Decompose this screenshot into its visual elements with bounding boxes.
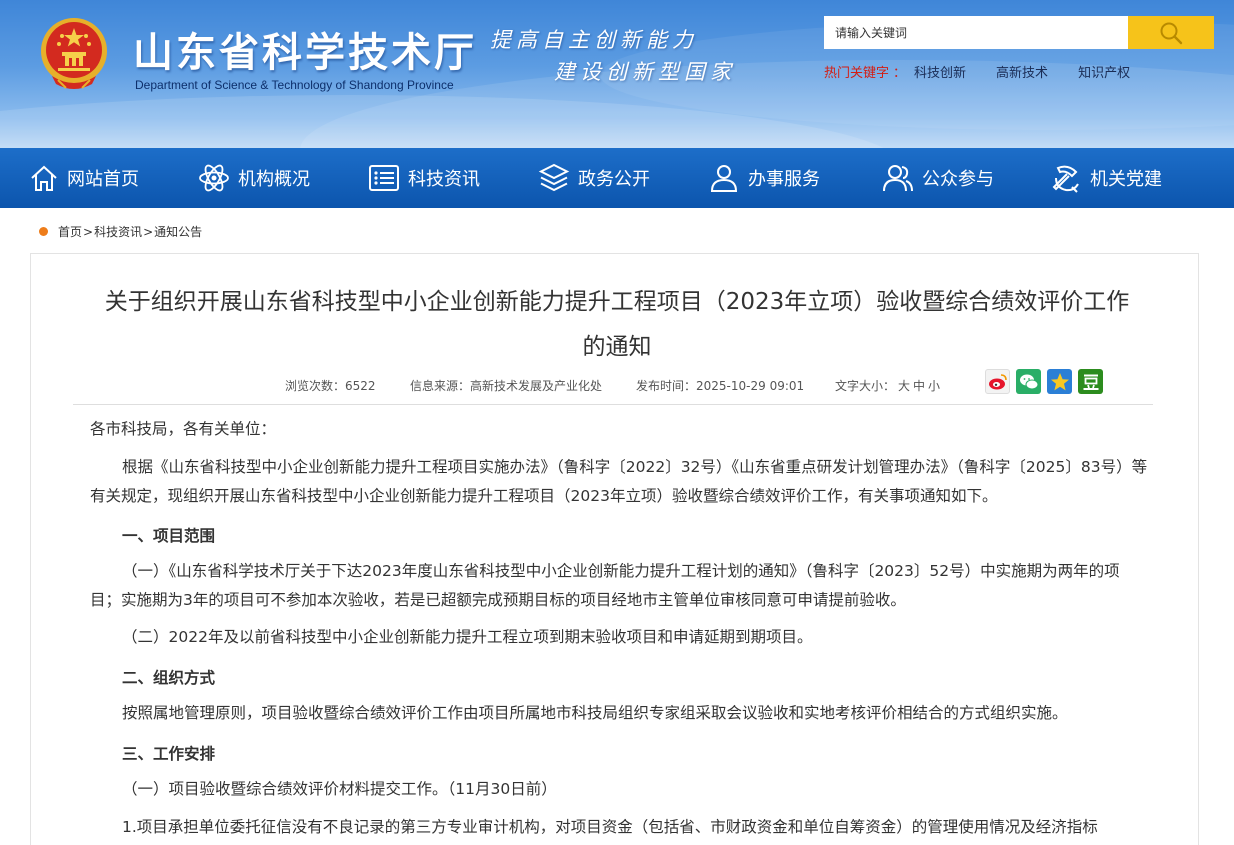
nav-item-news[interactable]: 科技资讯 bbox=[368, 148, 480, 208]
breadcrumb-separator: > bbox=[143, 224, 154, 239]
search-box bbox=[824, 16, 1214, 49]
info-source-label: 信息来源： bbox=[410, 379, 471, 393]
breadcrumb: 首页 > 科技资讯 > 通知公告 bbox=[39, 223, 202, 240]
share-buttons bbox=[985, 369, 1109, 394]
wechat-icon[interactable] bbox=[1016, 369, 1041, 394]
section-heading: 一、项目范围 bbox=[122, 527, 216, 545]
font-size-large-button[interactable]: 大 bbox=[898, 379, 910, 393]
site-title: 山东省科学技术厅 bbox=[133, 29, 477, 76]
nav-item-label: 办事服务 bbox=[748, 169, 820, 190]
nav-item-about[interactable]: 机构概况 bbox=[198, 148, 310, 208]
layers-icon bbox=[538, 163, 570, 192]
section-heading: 二、组织方式 bbox=[122, 669, 216, 687]
breadcrumb-dot-icon bbox=[39, 227, 48, 236]
hot-keywords: 热门关键字 ： 科技创新 高新技术 知识产权 bbox=[824, 62, 1160, 81]
home-icon bbox=[31, 165, 57, 191]
slogan-line-1: 提高自主创新能力 bbox=[490, 28, 698, 52]
hot-keyword-link[interactable]: 科技创新 bbox=[914, 62, 966, 81]
article-title: 关于组织开展山东省科技型中小企业创新能力提升工程项目（2023年立项）验收暨综合… bbox=[60, 280, 1174, 370]
breadcrumb-separator: > bbox=[83, 224, 94, 239]
weibo-icon[interactable] bbox=[985, 369, 1010, 394]
view-count: 浏览次数：6522 bbox=[285, 377, 376, 394]
hot-keyword-link[interactable]: 知识产权 bbox=[1078, 62, 1130, 81]
publish-date-label: 发布时间： bbox=[636, 379, 697, 393]
info-source-value: 高新技术发展及产业化处 bbox=[470, 379, 603, 393]
font-size-label: 文字大小： bbox=[835, 379, 896, 393]
main-nav: 网站首页 机构概况 科技资讯 政务公开 办事服务 公众参与 机关党建 bbox=[0, 148, 1234, 208]
national-emblem-icon bbox=[41, 18, 107, 89]
view-count-label: 浏览次数： bbox=[285, 379, 346, 393]
article-paragraph: （一）《山东省科学技术厅关于下达2023年度山东省科技型中小企业创新能力提升工程… bbox=[90, 562, 1120, 609]
party-icon bbox=[1052, 165, 1079, 193]
group-icon bbox=[883, 165, 913, 192]
article-divider bbox=[73, 404, 1153, 405]
search-input[interactable] bbox=[824, 16, 1128, 49]
nav-item-label: 机构概况 bbox=[238, 169, 310, 190]
article-paragraph: 按照属地管理原则，项目验收暨综合绩效评价工作由项目所属地市科技局组织专家组采取会… bbox=[122, 704, 1068, 722]
article-paragraph: 根据《山东省科技型中小企业创新能力提升工程项目实施办法》（鲁科字〔2022〕32… bbox=[90, 458, 1148, 505]
header-banner: 山东省科学技术厅 Department of Science & Technol… bbox=[0, 0, 1234, 148]
view-count-value: 6522 bbox=[345, 379, 376, 393]
info-source: 信息来源：高新技术发展及产业化处 bbox=[410, 377, 602, 394]
hot-keyword-link[interactable]: 高新技术 bbox=[996, 62, 1048, 81]
nav-item-label: 公众参与 bbox=[922, 169, 994, 190]
slogan-line-2: 建设创新型国家 bbox=[554, 60, 736, 84]
breadcrumb-news[interactable]: 科技资讯 bbox=[94, 223, 142, 240]
nav-item-label: 政务公开 bbox=[578, 169, 650, 190]
nav-item-label: 网站首页 bbox=[67, 169, 139, 190]
site-subtitle: Department of Science & Technology of Sh… bbox=[135, 78, 454, 92]
article-paragraph: （二）2022年及以前省科技型中小企业创新能力提升工程立项到期末验收项目和申请延… bbox=[122, 628, 813, 646]
nav-item-party[interactable]: 机关党建 bbox=[1050, 148, 1162, 208]
list-icon bbox=[369, 165, 399, 191]
breadcrumb-notices[interactable]: 通知公告 bbox=[154, 223, 202, 240]
font-size-small-button[interactable]: 小 bbox=[928, 379, 940, 393]
search-button[interactable] bbox=[1128, 16, 1214, 49]
nav-item-home[interactable]: 网站首页 bbox=[29, 148, 139, 208]
article-paragraph: 1.项目承担单位委托征信没有不良记录的第三方专业审计机构，对项目资金（包括省、市… bbox=[122, 818, 1098, 836]
publish-date: 发布时间：2025-10-29 09:01 bbox=[636, 377, 804, 394]
font-size-medium-button[interactable]: 中 bbox=[913, 379, 925, 393]
douban-icon[interactable] bbox=[1078, 369, 1103, 394]
article-paragraph: （一）项目验收暨综合绩效评价材料提交工作。（11月30日前） bbox=[122, 780, 557, 798]
nav-item-public[interactable]: 公众参与 bbox=[882, 148, 994, 208]
qzone-icon[interactable] bbox=[1047, 369, 1072, 394]
nav-item-services[interactable]: 办事服务 bbox=[708, 148, 820, 208]
nav-item-label: 科技资讯 bbox=[408, 169, 480, 190]
font-size-control: 文字大小：大中小 bbox=[835, 377, 940, 394]
hot-keywords-label: 热门关键字 bbox=[824, 66, 890, 81]
article-title-line: 关于组织开展山东省科技型中小企业创新能力提升工程项目（2023年立项）验收暨综合… bbox=[104, 289, 1130, 315]
section-heading: 三、工作安排 bbox=[122, 745, 216, 763]
nav-item-gov-affairs[interactable]: 政务公开 bbox=[538, 148, 650, 208]
user-icon bbox=[710, 165, 738, 192]
article-title-line: 的通知 bbox=[582, 334, 652, 360]
article-greeting: 各市科技局，各有关单位： bbox=[90, 420, 277, 438]
hot-keywords-colon: ： bbox=[893, 66, 907, 81]
search-icon bbox=[1160, 22, 1183, 44]
publish-date-value: 2025-10-29 09:01 bbox=[696, 379, 805, 393]
nav-item-label: 机关党建 bbox=[1090, 169, 1162, 190]
breadcrumb-home[interactable]: 首页 bbox=[58, 223, 82, 240]
atom-icon bbox=[199, 164, 229, 192]
